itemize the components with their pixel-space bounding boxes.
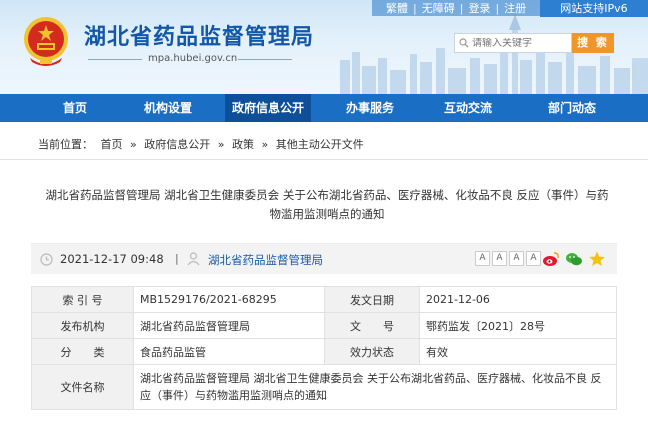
site-title[interactable]: 湖北省药品监督管理局 <box>84 19 314 51</box>
nav-item-services[interactable]: 办事服务 <box>339 94 401 122</box>
filename-value: 湖北省药品监督管理局 湖北省卫生健康委员会 关于公布湖北省药品、医疗器械、化妆品… <box>133 364 617 410</box>
issuer-label: 发布机构 <box>31 312 134 339</box>
meta-divider: | <box>175 252 179 265</box>
breadcrumb-separator: » <box>261 138 269 151</box>
url-divider-right <box>238 59 292 60</box>
top-link-separator: | <box>459 1 464 15</box>
filename-label: 文件名称 <box>31 364 134 410</box>
article-title: 湖北省药品监督管理局 湖北省卫生健康委员会 关于公布湖北省药品、医疗器械、化妆品… <box>45 188 609 221</box>
breadcrumb-separator: » <box>130 138 137 151</box>
weibo-icon[interactable] <box>542 250 560 268</box>
category-label: 分 类 <box>31 338 134 365</box>
table-row: 分 类 食品药品监管 效力状态 有效 <box>31 338 617 365</box>
nav-item-organization[interactable]: 机构设置 <box>137 94 199 122</box>
accessibility-link[interactable]: 无障碍 <box>417 0 460 16</box>
nav-item-news[interactable]: 部门动态 <box>541 94 603 122</box>
doc-number-value: 鄂药监发〔2021〕28号 <box>419 312 617 339</box>
search-box <box>454 33 572 53</box>
status-label: 效力状态 <box>324 338 420 365</box>
ipv6-support-badge: 网站支持IPv6 <box>540 0 648 17</box>
breadcrumb-separator: » <box>217 138 225 151</box>
register-link[interactable]: 注册 <box>499 0 531 16</box>
index-label: 索 引 号 <box>31 286 134 313</box>
person-icon <box>187 252 200 266</box>
date-value: 2021-12-06 <box>419 286 617 313</box>
breadcrumb: 当前位置： 首页 » 政府信息公开 » 政策 » 其他主动公开文件 <box>38 136 368 152</box>
issuer-value: 湖北省药品监督管理局 <box>133 312 325 339</box>
doc-number-label: 文 号 <box>324 312 420 339</box>
nav-item-home[interactable]: 首页 <box>51 94 99 122</box>
url-divider-left <box>88 59 142 60</box>
article-meta-bar: 2021-12-17 09:48 | 湖北省药品监督管理局 A A A A <box>31 243 617 274</box>
search-input[interactable] <box>472 37 568 49</box>
nav-item-gov-info[interactable]: 政府信息公开 <box>225 94 311 122</box>
top-link-separator: | <box>413 1 417 15</box>
site-url: mpa.hubei.gov.cn <box>148 53 238 64</box>
font-size-button-3[interactable]: A <box>509 251 524 266</box>
font-size-button-1[interactable]: A <box>475 251 490 266</box>
category-value: 食品药品监管 <box>133 338 325 365</box>
wechat-icon[interactable] <box>565 250 583 268</box>
login-link[interactable]: 登录 <box>463 0 495 16</box>
main-nav: 首页 机构设置 政府信息公开 办事服务 互动交流 部门动态 <box>0 94 648 122</box>
favorite-star-icon[interactable] <box>588 250 606 268</box>
date-label: 发文日期 <box>324 286 420 313</box>
breadcrumb-other-files[interactable]: 其他主动公开文件 <box>276 138 364 151</box>
table-row: 文件名称 湖北省药品监督管理局 湖北省卫生健康委员会 关于公布湖北省药品、医疗器… <box>31 364 617 410</box>
national-emblem-icon <box>24 17 68 66</box>
font-size-button-4[interactable]: A <box>526 251 541 266</box>
breadcrumb-home[interactable]: 首页 <box>101 138 123 151</box>
font-size-button-2[interactable]: A <box>492 251 507 266</box>
table-row: 发布机构 湖北省药品监督管理局 文 号 鄂药监发〔2021〕28号 <box>31 312 617 339</box>
table-row: 索 引 号 MB1529176/2021-68295 发文日期 2021-12-… <box>31 286 617 313</box>
status-value: 有效 <box>419 338 617 365</box>
publish-date: 2021-12-17 09:48 <box>60 252 164 266</box>
breadcrumb-prefix: 当前位置： <box>38 138 93 151</box>
top-link-separator: | <box>495 1 500 15</box>
breadcrumb-gov-info[interactable]: 政府信息公开 <box>144 138 210 151</box>
clock-icon <box>40 253 53 266</box>
breadcrumb-policy[interactable]: 政策 <box>232 138 254 151</box>
site-header: 湖北省药品监督管理局 mpa.hubei.gov.cn 繁體 | 无障碍 | 登… <box>0 0 648 94</box>
nav-item-interaction[interactable]: 互动交流 <box>437 94 499 122</box>
article-source[interactable]: 湖北省药品监督管理局 <box>208 252 323 268</box>
search-icon <box>459 38 469 48</box>
traditional-chinese-link[interactable]: 繁體 <box>381 0 413 16</box>
top-links: 繁體 | 无障碍 | 登录 | 注册 <box>381 0 531 16</box>
search-bar: 搜 索 <box>454 33 614 53</box>
index-value: MB1529176/2021-68295 <box>133 286 325 313</box>
breadcrumb-divider <box>0 159 648 160</box>
search-button[interactable]: 搜 索 <box>572 33 614 53</box>
document-info-table: 索 引 号 MB1529176/2021-68295 发文日期 2021-12-… <box>31 286 617 410</box>
